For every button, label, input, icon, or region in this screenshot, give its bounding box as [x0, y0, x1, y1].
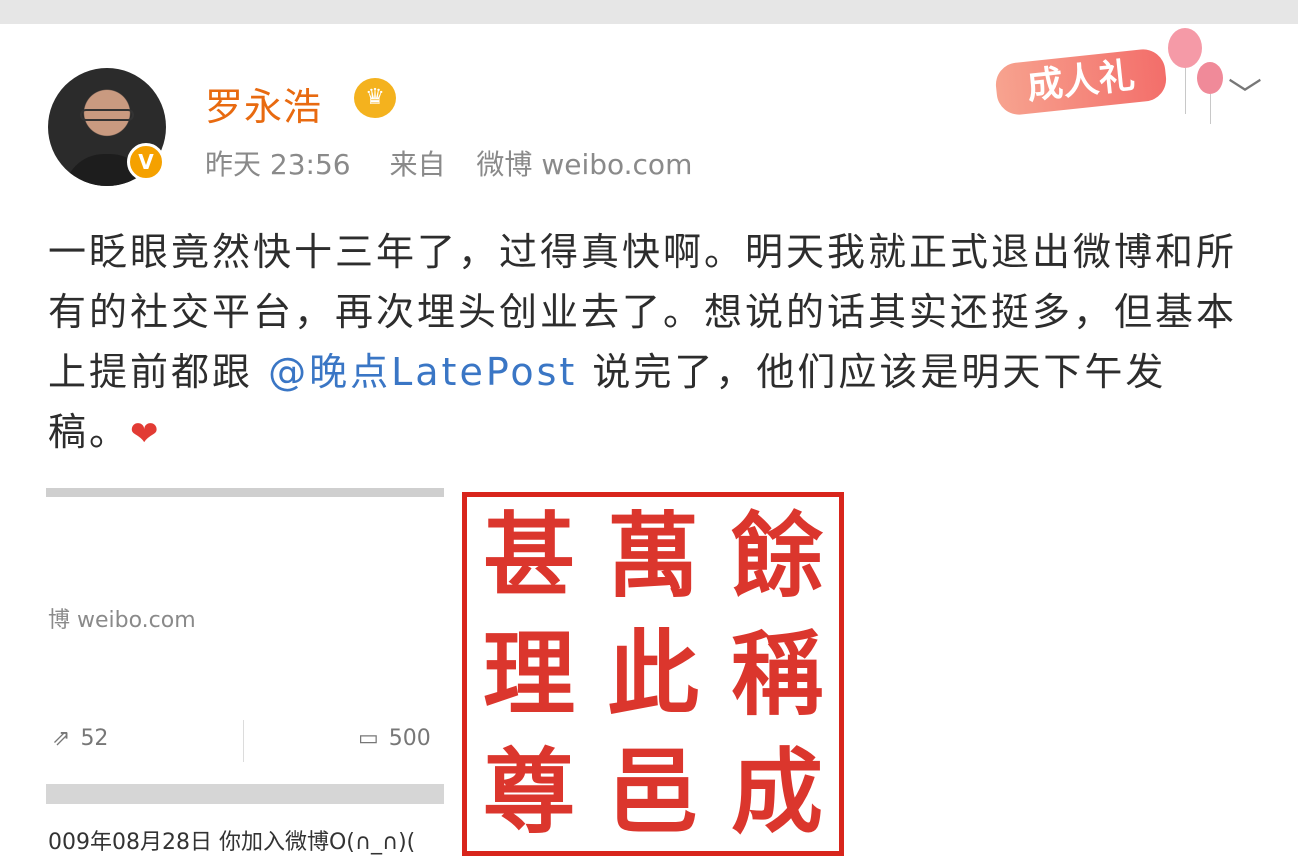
- seal-character: 甚: [482, 502, 575, 610]
- seal-character: 理: [482, 620, 575, 728]
- post-source[interactable]: 微博 weibo.com: [476, 148, 692, 181]
- seal-character: 餘: [730, 502, 823, 610]
- post-text: 一眨眼竟然快十三年了，过得真快啊。明天我就正式退出微博和所有的社交平台，再次埋头…: [48, 222, 1238, 464]
- seal-character: 成: [730, 738, 823, 846]
- repost-button[interactable]: ⇗ 52: [52, 726, 108, 751]
- seal-character: 邑: [606, 738, 699, 846]
- join-date-text: 009年08月28日 你加入微博O(∩_∩)(: [48, 830, 416, 855]
- embed-divider: [46, 784, 444, 804]
- heart-icon: ❤: [130, 414, 162, 454]
- repost-count: 52: [80, 726, 109, 751]
- glasses-shape: [80, 109, 134, 121]
- post-timestamp[interactable]: 昨天 23:56: [205, 148, 351, 181]
- balloon-string: [1210, 94, 1211, 124]
- username[interactable]: 罗永浩: [205, 76, 322, 131]
- verified-badge-icon: V: [127, 143, 165, 181]
- embed-divider: [46, 488, 444, 497]
- mention-link[interactable]: @晚点LatePost: [268, 350, 577, 394]
- crown-icon: ♛: [354, 78, 396, 118]
- balloon-icon: [1197, 62, 1223, 94]
- seal-character: 此: [606, 620, 699, 728]
- share-icon: ⇗: [52, 726, 71, 751]
- comment-button[interactable]: ▭ 500: [358, 726, 431, 751]
- balloon-icon: [1168, 28, 1202, 68]
- action-divider: [243, 720, 244, 762]
- chevron-down-icon[interactable]: ﹀: [1228, 76, 1262, 116]
- embed-source: 博 weibo.com: [48, 608, 196, 633]
- seal-character: 稱: [730, 620, 823, 728]
- post-meta: 昨天 23:56 来自 微博 weibo.com: [205, 143, 714, 183]
- source-prefix: 来自: [389, 148, 446, 181]
- comment-count: 500: [388, 726, 431, 751]
- balloon-string: [1185, 68, 1186, 114]
- comment-icon: ▭: [358, 726, 379, 751]
- top-bar: [0, 0, 1298, 24]
- seal-stamp-image: 甚 萬 餘 理 此 稱 尊 邑 成: [462, 492, 844, 856]
- seal-character: 尊: [482, 738, 575, 846]
- seal-character: 萬: [606, 502, 699, 610]
